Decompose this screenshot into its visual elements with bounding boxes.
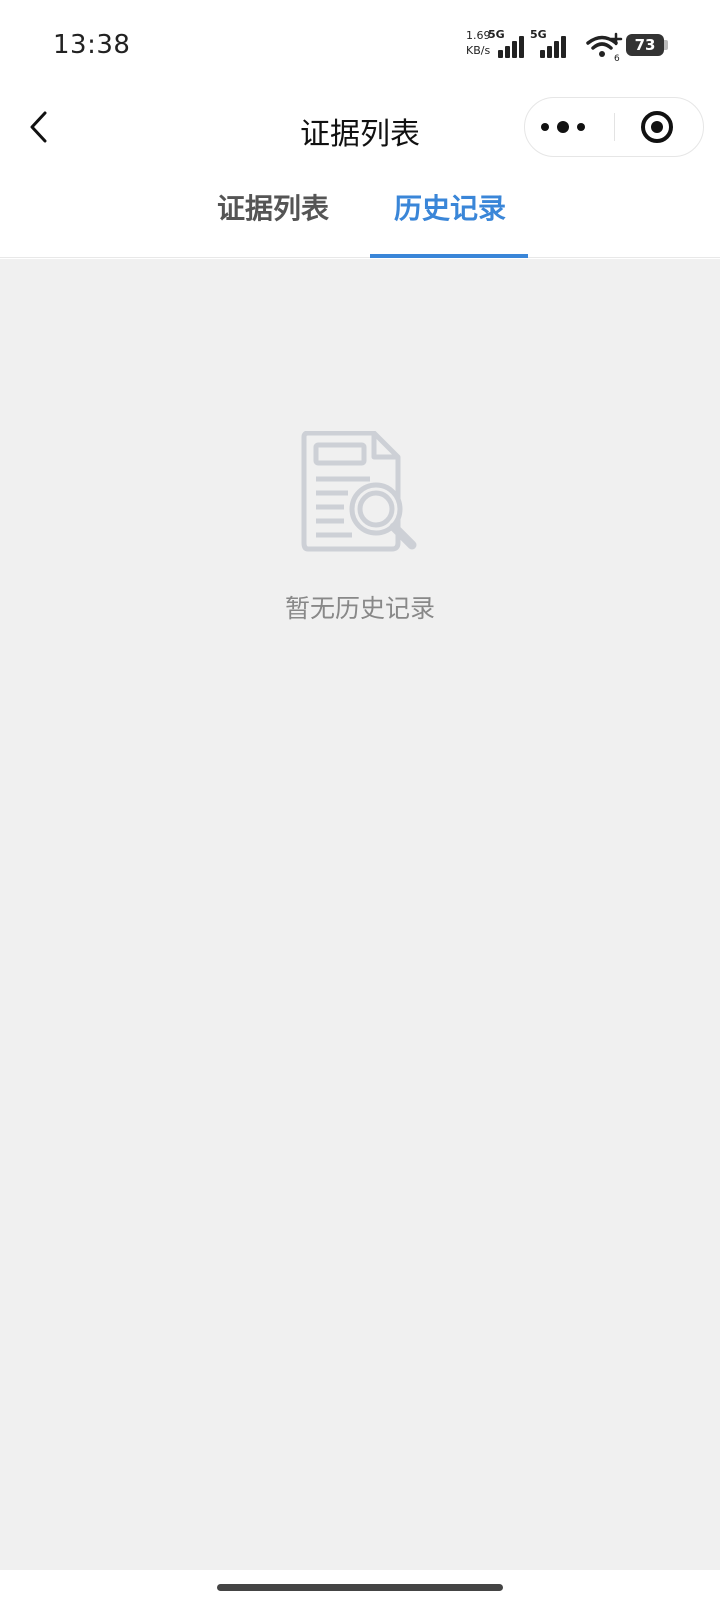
tab-history[interactable]: 历史记录 [370,170,530,257]
more-button[interactable] [525,98,613,156]
close-button[interactable] [621,98,705,156]
battery-level: 73 [626,34,664,56]
empty-state-message: 暂无历史记录 [284,594,435,623]
battery-icon: 73 [626,34,668,56]
content-area[interactable]: 暂无历史记录 [0,259,720,1570]
target-circle-icon [641,111,673,143]
wifi-icon: 6 [586,32,623,62]
document-search-icon [301,431,417,552]
more-dots-icon [541,121,585,133]
home-indicator[interactable] [217,1584,503,1591]
mini-program-capsule [524,97,704,157]
tab-evidence-list[interactable]: 证据列表 [193,170,353,257]
active-tab-indicator [370,254,528,258]
home-indicator-area [0,1570,720,1600]
capsule-divider [614,113,615,141]
tab-bar: 证据列表 历史记录 [0,170,720,258]
signal-sim2-icon: 5G [530,28,570,60]
signal-sim1-icon: 5G [488,28,528,60]
status-time: 13:38 [53,30,131,60]
navigation-bar: 证据列表 [0,92,720,164]
status-bar: 13:38 1.69 KB/s 5G 5G 6 73 [0,0,720,92]
wifi-badge: 6 [614,54,620,62]
